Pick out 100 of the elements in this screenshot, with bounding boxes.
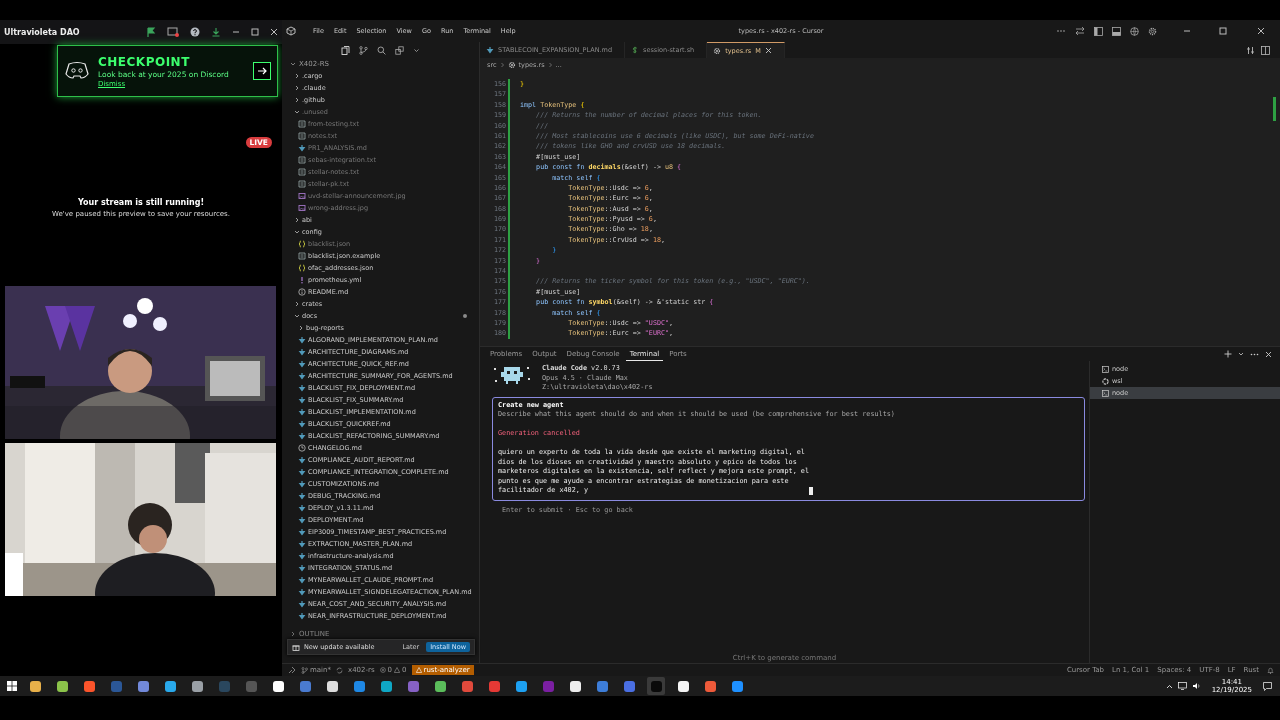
gear-icon [713, 46, 722, 55]
files-icon[interactable] [341, 45, 350, 55]
bell-icon[interactable] [1267, 666, 1274, 674]
close-icon[interactable] [1257, 27, 1265, 35]
arrow-down-icon [298, 564, 306, 572]
chevron-down-icon[interactable] [413, 46, 420, 54]
text-file-icon [298, 132, 306, 140]
arrow-down-icon [298, 480, 306, 488]
text-file-icon [298, 252, 306, 260]
close-icon[interactable] [1265, 350, 1272, 358]
chevron-down-icon[interactable] [294, 108, 300, 116]
gift-icon [292, 643, 300, 651]
text-file-icon [298, 120, 306, 128]
error-icon [379, 667, 386, 673]
arrow-down-icon [298, 600, 306, 608]
sync-icon[interactable] [336, 666, 343, 674]
close-icon[interactable] [764, 47, 772, 54]
plus-icon[interactable] [1224, 350, 1232, 358]
arrow-down-icon [298, 516, 306, 524]
info-icon [298, 288, 306, 296]
pixel-robot-icon [492, 364, 532, 386]
monitor-icon[interactable] [1177, 682, 1187, 690]
chevron-down-icon[interactable] [1238, 351, 1244, 357]
flag-icon[interactable] [146, 27, 156, 37]
logo-icon [64, 61, 90, 81]
screen-record-icon[interactable] [167, 27, 179, 37]
source-control-icon[interactable] [359, 45, 368, 55]
next-button[interactable] [253, 62, 271, 80]
braces-icon [298, 264, 306, 272]
chevron-up-icon[interactable] [1165, 682, 1173, 690]
download-icon[interactable] [211, 27, 221, 37]
chevron-right-icon[interactable] [290, 631, 296, 637]
remote-icon[interactable] [288, 666, 296, 674]
warning-icon [394, 667, 401, 673]
sidebar-layout-icon[interactable] [1094, 26, 1103, 36]
text-file-icon [298, 168, 306, 176]
arrow-down-icon [298, 372, 306, 380]
extensions-icon[interactable] [395, 45, 404, 55]
banner-heading: CHECKPOINT [98, 54, 191, 69]
more-icon[interactable] [1250, 351, 1259, 357]
window-title: Ultravioleta DAO [4, 27, 81, 37]
arrow-right-icon [257, 66, 267, 76]
split-editor-icon[interactable] [1261, 45, 1270, 55]
globe-icon[interactable] [1130, 26, 1139, 36]
scrollbar-thumb[interactable] [1273, 97, 1276, 121]
arrow-down-icon [298, 540, 306, 548]
stream-title: Your stream is still running! [77, 198, 205, 207]
arrow-down-icon [298, 348, 306, 356]
maximize-icon[interactable] [1219, 27, 1227, 35]
notification-icon[interactable] [1263, 681, 1272, 691]
arrow-down-icon [298, 384, 306, 392]
settings-icon[interactable] [1148, 26, 1157, 36]
terminal-icon [1102, 365, 1109, 373]
arrow-down-icon [298, 552, 306, 560]
chevron-right-icon [499, 62, 505, 68]
minimize-icon[interactable] [232, 28, 240, 36]
chevron-down-icon[interactable] [294, 312, 300, 320]
arrow-down-icon [298, 360, 306, 368]
arrow-down-icon [298, 456, 306, 464]
compare-icon[interactable] [1246, 45, 1255, 55]
gear-icon [507, 61, 516, 69]
chevron-right-icon [547, 62, 553, 68]
warning-icon [415, 667, 422, 673]
start-icon[interactable] [7, 681, 17, 691]
close-icon[interactable] [270, 28, 278, 36]
chevron-right-icon[interactable] [294, 96, 300, 104]
chevron-down-icon[interactable] [294, 228, 300, 236]
braces-icon [298, 240, 306, 248]
arrow-down-icon [298, 612, 306, 620]
cube-icon[interactable] [286, 26, 296, 36]
swap-arrows-icon[interactable] [1075, 26, 1085, 36]
chevron-right-icon[interactable] [294, 72, 300, 80]
arrow-down-icon [298, 432, 306, 440]
arrow-down-icon [298, 420, 306, 428]
chevron-right-icon[interactable] [294, 84, 300, 92]
chevron-right-icon[interactable] [294, 300, 300, 308]
text-file-icon [298, 180, 306, 188]
maximize-icon[interactable] [251, 28, 259, 36]
help-icon[interactable] [190, 27, 200, 37]
chevron-down-icon[interactable] [290, 61, 296, 67]
ring-icon [1102, 377, 1109, 385]
text-file-icon [298, 156, 306, 164]
image-icon [298, 192, 306, 200]
arrow-down-icon [298, 492, 306, 500]
arrow-down-icon [298, 528, 306, 536]
arrow-down-icon [298, 588, 306, 596]
panel-layout-icon[interactable] [1112, 26, 1121, 36]
chevron-right-icon[interactable] [294, 216, 300, 224]
arrow-down-icon [298, 396, 306, 404]
speaker-icon[interactable] [1191, 682, 1201, 690]
minimize-icon[interactable] [1183, 27, 1191, 35]
arrow-down-icon [298, 576, 306, 584]
exclamation-icon [298, 276, 306, 284]
arrow-down-icon [298, 504, 306, 512]
terminal-icon [1102, 389, 1109, 397]
text-cursor [809, 486, 813, 495]
chevron-right-icon[interactable] [298, 324, 304, 332]
branch-icon [301, 666, 308, 674]
search-icon[interactable] [377, 45, 386, 55]
arrow-down-icon [298, 336, 306, 344]
